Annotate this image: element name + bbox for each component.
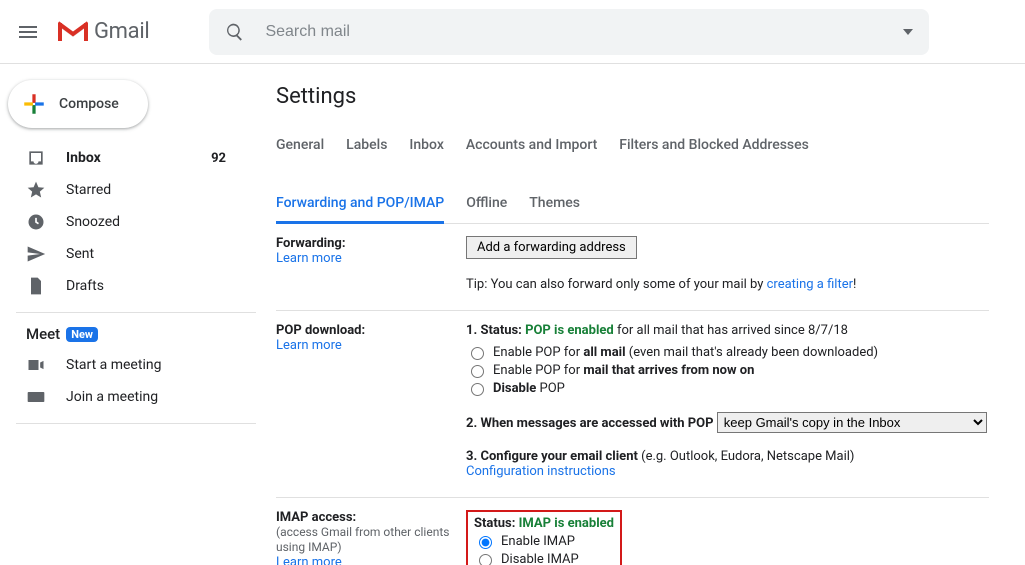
- search-icon: [225, 22, 245, 42]
- sent-icon: [26, 244, 46, 264]
- forwarding-tip-text: Tip: You can also forward only some of y…: [466, 277, 767, 292]
- forwarding-section: Forwarding: Learn more Add a forwarding …: [276, 224, 989, 311]
- search-bar[interactable]: [209, 9, 929, 55]
- imap-status-highlight: Status: IMAP is enabled Enable IMAP Disa…: [466, 510, 622, 565]
- imap-section: IMAP access: (access Gmail from other cl…: [276, 498, 989, 565]
- tab-inbox[interactable]: Inbox: [409, 127, 443, 163]
- tab-labels[interactable]: Labels: [346, 127, 387, 163]
- sidebar-item-label: Drafts: [66, 278, 256, 294]
- settings-tabs: General Labels Inbox Accounts and Import…: [276, 127, 989, 224]
- pop-option-now-on-radio[interactable]: [471, 365, 484, 378]
- imap-sublabel: (access Gmail from other clients using I…: [276, 525, 449, 554]
- tab-filters[interactable]: Filters and Blocked Addresses: [619, 127, 809, 163]
- gmail-logo[interactable]: Gmail: [58, 19, 149, 44]
- menu-icon[interactable]: [16, 20, 40, 44]
- compose-label: Compose: [59, 96, 119, 112]
- inbox-count: 92: [211, 151, 226, 166]
- keyboard-icon: [26, 387, 46, 407]
- sidebar-item-inbox[interactable]: Inbox 92: [0, 142, 256, 174]
- imap-status-value: IMAP is enabled: [519, 516, 614, 531]
- sidebar-item-label: Inbox: [66, 150, 191, 166]
- imap-disable-radio[interactable]: [479, 554, 492, 565]
- video-icon: [26, 355, 46, 375]
- new-badge: New: [66, 327, 98, 342]
- main-content: Settings General Labels Inbox Accounts a…: [256, 64, 1025, 565]
- meet-section-title: MeetNew: [0, 313, 256, 349]
- page-title: Settings: [276, 84, 989, 109]
- imap-label: IMAP access:: [276, 510, 356, 525]
- add-forwarding-address-button[interactable]: Add a forwarding address: [466, 236, 637, 259]
- sidebar-item-start-meeting[interactable]: Start a meeting: [0, 349, 256, 381]
- sidebar-item-label: Starred: [66, 182, 256, 198]
- tab-themes[interactable]: Themes: [529, 185, 580, 223]
- sidebar-item-starred[interactable]: Starred: [0, 174, 256, 206]
- tab-general[interactable]: General: [276, 127, 324, 163]
- sidebar-item-sent[interactable]: Sent: [0, 238, 256, 270]
- pop-option-disable-radio[interactable]: [471, 383, 484, 396]
- tab-accounts[interactable]: Accounts and Import: [466, 127, 597, 163]
- pop-status-value: POP is enabled: [525, 323, 614, 338]
- create-filter-link[interactable]: creating a filter: [767, 277, 853, 292]
- configuration-instructions-link[interactable]: Configuration instructions: [466, 464, 616, 479]
- search-options-caret-icon[interactable]: [903, 29, 913, 35]
- sidebar-item-snoozed[interactable]: Snoozed: [0, 206, 256, 238]
- pop-section: POP download: Learn more 1. Status: POP …: [276, 311, 989, 498]
- tab-forwarding[interactable]: Forwarding and POP/IMAP: [276, 185, 444, 224]
- inbox-icon: [26, 148, 46, 168]
- sidebar-item-drafts[interactable]: Drafts: [0, 270, 256, 302]
- sidebar-item-label: Sent: [66, 246, 256, 262]
- forwarding-learn-more-link[interactable]: Learn more: [276, 251, 342, 266]
- pop-option-all-radio[interactable]: [471, 347, 484, 360]
- compose-button[interactable]: Compose: [8, 80, 148, 128]
- tab-offline[interactable]: Offline: [466, 185, 507, 223]
- pop-label: POP download:: [276, 323, 365, 338]
- sidebar-item-label: Start a meeting: [66, 357, 256, 373]
- sidebar-item-label: Snoozed: [66, 214, 256, 230]
- divider: [16, 423, 256, 424]
- plus-multicolor-icon: [21, 91, 47, 117]
- clock-icon: [26, 212, 46, 232]
- app-header: Gmail: [0, 0, 1025, 64]
- sidebar: Compose Inbox 92 Starred Snoozed Sent Dr…: [0, 64, 256, 565]
- pop-action-select[interactable]: keep Gmail's copy in the Inbox: [717, 412, 987, 433]
- file-icon: [26, 276, 46, 296]
- star-icon: [26, 180, 46, 200]
- imap-learn-more-link[interactable]: Learn more: [276, 555, 342, 565]
- sidebar-item-join-meeting[interactable]: Join a meeting: [0, 381, 256, 413]
- pop-learn-more-link[interactable]: Learn more: [276, 338, 342, 353]
- imap-enable-radio[interactable]: [479, 536, 492, 549]
- sidebar-item-label: Join a meeting: [66, 389, 256, 405]
- forwarding-label: Forwarding:: [276, 236, 346, 251]
- search-input[interactable]: [263, 22, 913, 42]
- app-name: Gmail: [94, 19, 149, 44]
